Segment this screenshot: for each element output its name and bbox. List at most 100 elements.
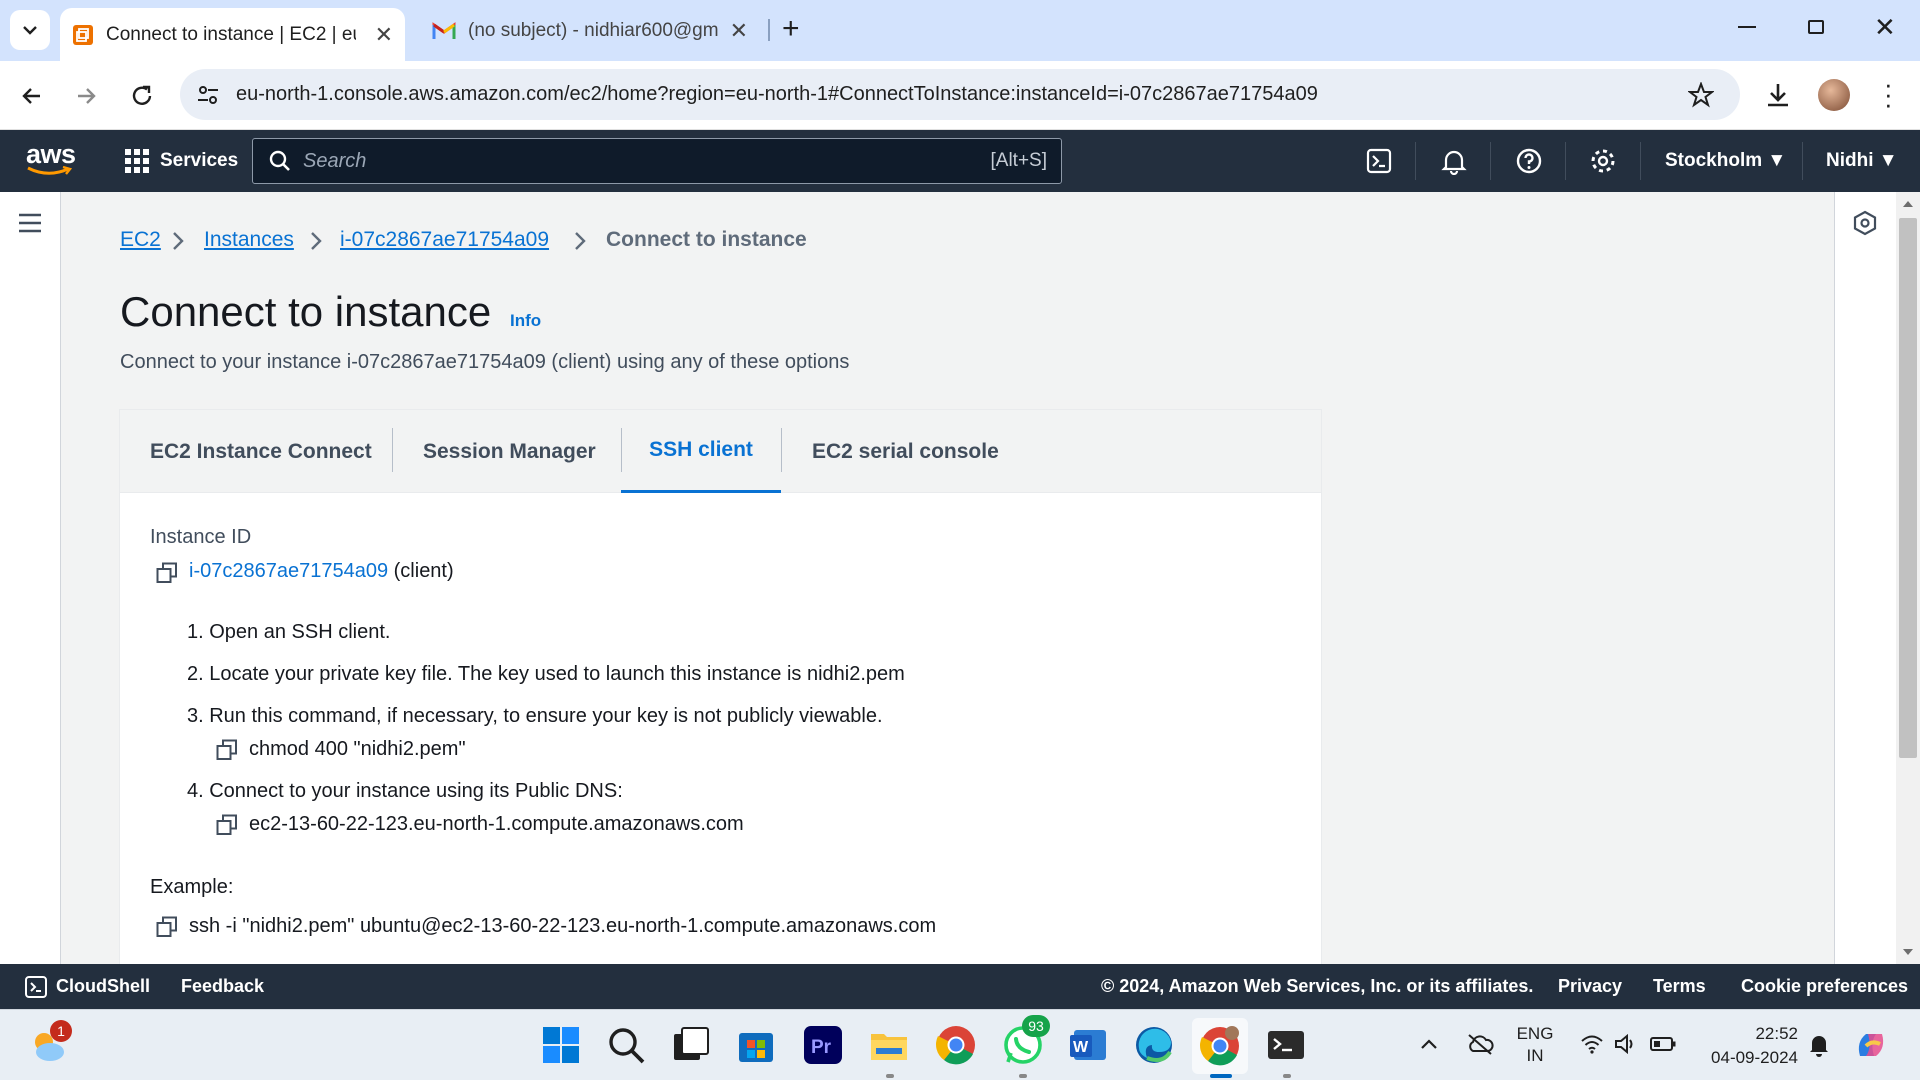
ssh-step-2: 2. Locate your private key file. The key… [187,663,905,685]
left-navigation-rail [0,192,61,964]
tab-ec2-serial-console[interactable]: EC2 serial console [782,410,1029,493]
scroll-down-icon[interactable] [1902,948,1914,956]
profile-avatar[interactable] [1818,79,1850,111]
cloudshell-icon[interactable] [1366,148,1392,174]
ssh-step-4: 4. Connect to your instance using its Pu… [187,780,623,802]
forward-icon[interactable] [74,84,98,108]
account-menu[interactable]: Nidhi ▼ [1826,150,1898,172]
search-input[interactable] [303,149,943,173]
premiere-pro-icon[interactable]: Pr [802,1024,844,1066]
hamburger-menu-icon[interactable] [18,212,42,234]
public-dns: ec2-13-60-22-123.eu-north-1.compute.amaz… [249,813,744,835]
cookie-preferences-link[interactable]: Cookie preferences [1741,976,1908,997]
connect-tabs: EC2 Instance Connect Session Manager SSH… [120,410,1321,493]
browser-tab-gmail[interactable]: (no subject) - nidhiar600@gmail ✕ [420,10,760,51]
feedback-link[interactable]: Feedback [181,976,264,997]
whatsapp-icon[interactable]: 93 [1002,1015,1050,1066]
copy-icon[interactable] [156,562,178,584]
language-indicator[interactable]: ENG IN [1510,1023,1560,1067]
clock-time: 22:52 [1755,1024,1798,1043]
tab-search-button[interactable] [10,10,50,50]
close-tab-icon[interactable]: ✕ [730,18,748,44]
cloudshell-icon[interactable] [24,975,48,999]
whatsapp-badge: 93 [1022,1015,1050,1037]
search-icon[interactable] [605,1024,647,1066]
info-link[interactable]: Info [510,311,541,331]
copy-icon[interactable] [216,814,238,836]
scroll-up-icon[interactable] [1902,200,1914,208]
aws-logo[interactable]: aws [26,139,76,176]
region-selector[interactable]: Stockholm ▼ [1665,150,1786,172]
chevron-right-icon [311,232,322,250]
url-text: eu-north-1.console.aws.amazon.com/ec2/ho… [236,83,1318,105]
chrome-icon[interactable] [935,1024,977,1066]
file-explorer-icon[interactable] [868,1024,910,1066]
system-clock[interactable]: 22:52 04-09-2024 [1688,1022,1798,1070]
services-menu[interactable]: Services [124,148,238,174]
copy-icon[interactable] [216,739,238,761]
notifications-bell-icon[interactable] [1440,147,1468,175]
browser-tab-strip: Connect to instance | EC2 | eu-n ✕ (no s… [0,0,1920,61]
grid-icon [125,149,149,173]
battery-icon[interactable] [1650,1036,1676,1052]
aws-search-bar[interactable]: [Alt+S] [252,138,1062,184]
edge-icon[interactable] [1133,1024,1175,1066]
console-page: EC2 Instances i-07c2867ae71754a09 Connec… [0,192,1920,969]
microsoft-store-icon[interactable] [735,1024,777,1066]
breadcrumb-ec2[interactable]: EC2 [120,228,161,252]
scrollbar-thumb[interactable] [1899,218,1917,758]
instance-id-label: Instance ID [150,526,252,548]
word-icon[interactable]: W [1068,1024,1110,1066]
download-icon[interactable] [1764,81,1792,109]
notification-bell-icon[interactable] [1808,1032,1830,1058]
volume-icon[interactable] [1614,1034,1638,1054]
tab-session-manager[interactable]: Session Manager [393,410,626,493]
example-ssh-command: ssh -i "nidhi2.pem" ubuntu@ec2-13-60-22-… [189,915,937,937]
search-icon [269,150,290,171]
terminal-icon[interactable] [1265,1024,1307,1066]
browser-tab-ec2[interactable]: Connect to instance | EC2 | eu-n ✕ [60,8,405,61]
browser-tab-title: (no subject) - nidhiar600@gmail [468,19,718,41]
tab-ec2-instance-connect[interactable]: EC2 Instance Connect [120,410,402,493]
browser-tab-title: Connect to instance | EC2 | eu-n [106,23,356,45]
page-subtitle: Connect to your instance i-07c2867ae7175… [120,351,850,373]
task-view-icon[interactable] [670,1024,712,1066]
back-icon[interactable] [20,84,44,108]
minimize-button[interactable] [1738,26,1756,28]
site-info-icon[interactable] [196,83,220,107]
instance-id-link[interactable]: i-07c2867ae71754a09 [189,560,388,582]
terms-link[interactable]: Terms [1653,976,1706,997]
browser-toolbar: eu-north-1.console.aws.amazon.com/ec2/ho… [0,61,1920,130]
help-panel-icon[interactable] [1853,210,1877,236]
close-window-button[interactable]: ✕ [1874,12,1896,43]
restore-button[interactable] [1808,20,1824,34]
chrome-active-app[interactable] [1192,1018,1248,1074]
new-tab-button[interactable]: + [782,12,800,46]
copyright-text: © 2024, Amazon Web Services, Inc. or its… [1101,976,1534,996]
bookmark-star-icon[interactable] [1688,82,1714,108]
help-icon[interactable] [1515,147,1543,175]
chevron-up-icon[interactable] [1420,1038,1438,1050]
aws-top-nav: aws Services [Alt+S] Stockholm ▼ Nidhi ▼ [0,130,1920,192]
instance-id-value: i-07c2867ae71754a09 (client) [189,560,454,583]
close-tab-icon[interactable]: ✕ [375,22,393,48]
copilot-icon[interactable] [1852,1026,1890,1064]
svg-text:Pr: Pr [811,1037,832,1058]
windows-start-icon[interactable] [540,1024,582,1066]
tab-ssh-client[interactable]: SSH client [621,410,781,493]
breadcrumb-instance-id[interactable]: i-07c2867ae71754a09 [340,228,549,252]
connect-options-panel: EC2 Instance Connect Session Manager SSH… [119,409,1322,969]
page-title: Connect to instance [120,288,492,335]
privacy-link[interactable]: Privacy [1558,976,1622,997]
weather-badge: 1 [50,1020,72,1042]
onedrive-offline-icon[interactable] [1466,1032,1494,1056]
reload-icon[interactable] [129,83,155,109]
weather-widget[interactable]: 1 [28,1020,72,1066]
browser-menu-icon[interactable]: · · · [1884,71,1893,117]
address-bar[interactable]: eu-north-1.console.aws.amazon.com/ec2/ho… [180,69,1740,120]
cloudshell-link[interactable]: CloudShell [56,976,150,997]
breadcrumb-instances[interactable]: Instances [204,228,294,252]
settings-gear-icon[interactable] [1589,147,1617,175]
copy-icon[interactable] [156,916,178,938]
wifi-icon[interactable] [1580,1034,1604,1054]
